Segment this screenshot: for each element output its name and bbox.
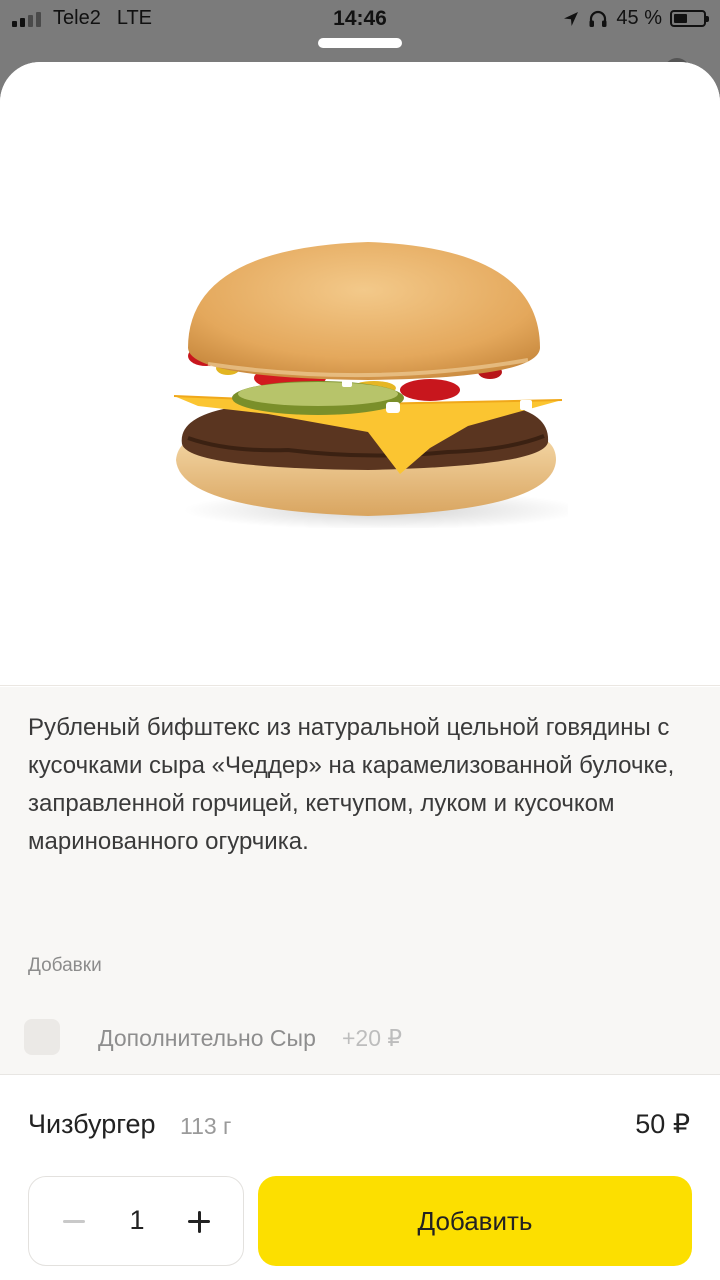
battery-icon (670, 10, 709, 27)
quantity-stepper: 1 (28, 1176, 244, 1266)
order-panel: Чизбургер 113 г 50 ₽ 1 Добавить (0, 1074, 720, 1280)
sheet-grabber[interactable] (318, 38, 402, 48)
product-info: Рубленый бифштекс из натуральной цельной… (0, 687, 720, 1075)
battery-fill (674, 14, 687, 23)
product-description: Рубленый бифштекс из натуральной цельной… (28, 714, 675, 855)
product-sheet: Рубленый бифштекс из натуральной цельной… (0, 62, 720, 1280)
status-right: 45 % (562, 7, 709, 30)
battery-percent: 45 % (616, 7, 662, 29)
increase-quantity-button[interactable] (177, 1199, 221, 1243)
location-arrow-icon (564, 11, 579, 26)
product-weight: 113 г (180, 1113, 232, 1139)
screen: Tele2 LTE 14:46 45 % Рубленый бифштекс и… (0, 0, 720, 1280)
addons-title: Добавки (28, 955, 102, 976)
status-bar: Tele2 LTE 14:46 45 % (0, 0, 720, 38)
cheeseburger-image (173, 242, 568, 528)
addon-price: +20 ₽ (342, 1025, 403, 1051)
quantity-value: 1 (129, 1205, 145, 1235)
product-name: Чизбургер (28, 1109, 156, 1139)
product-image-area (0, 62, 720, 686)
addon-name: Дополнительно Сыр (98, 1025, 316, 1051)
decrease-quantity-button[interactable] (53, 1199, 97, 1243)
headphones-icon (589, 10, 607, 27)
product-price: 50 ₽ (635, 1109, 690, 1139)
addon-checkbox[interactable] (24, 1019, 60, 1055)
addon-row-extra-cheese[interactable]: Дополнительно Сыр +20 ₽ (24, 1019, 696, 1063)
add-to-cart-button[interactable]: Добавить (258, 1176, 692, 1266)
